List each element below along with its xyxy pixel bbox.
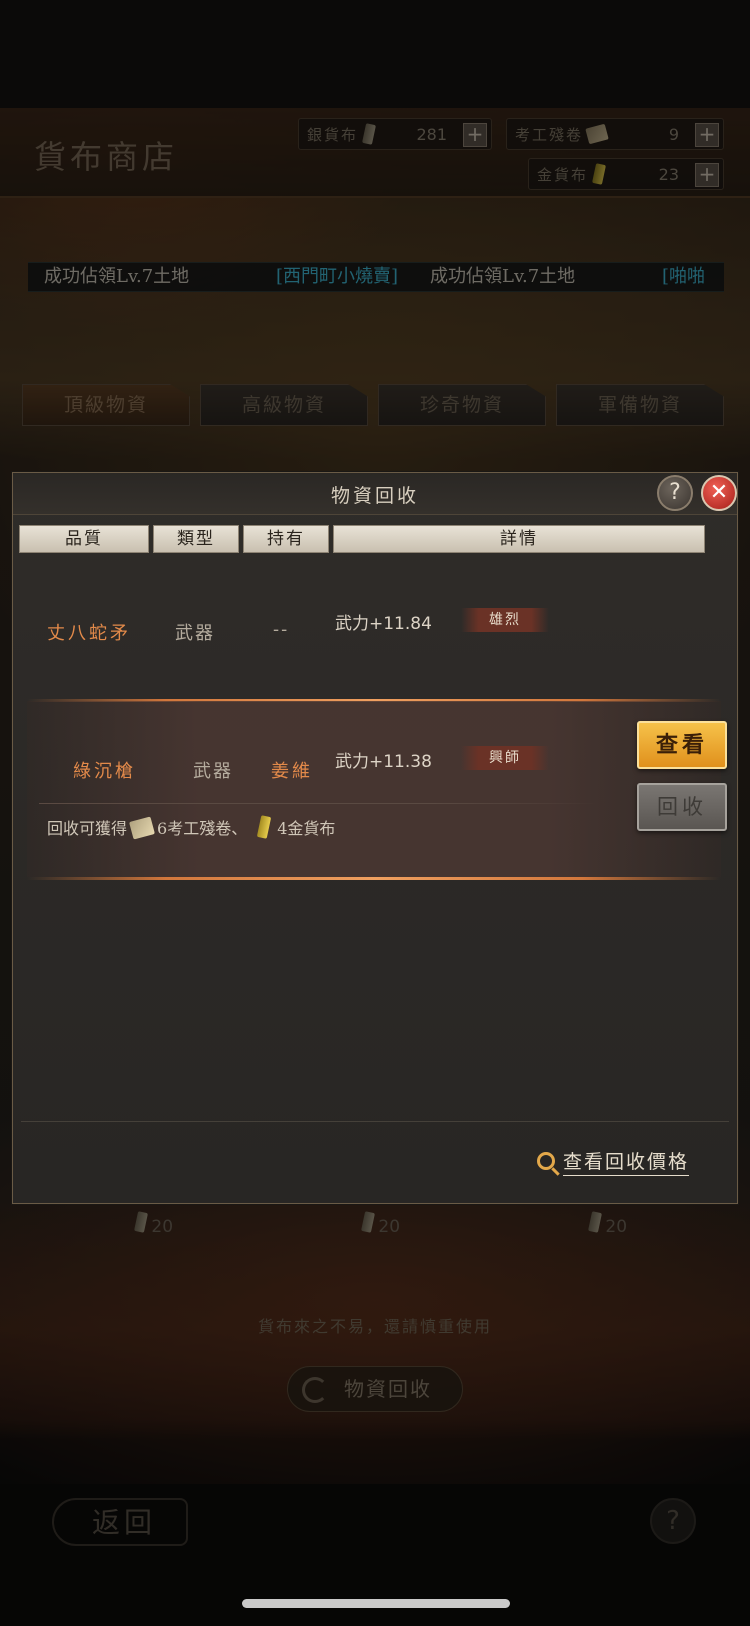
item-owner: -- xyxy=(273,619,290,640)
item-stat: 武力+11.38 xyxy=(335,752,432,772)
item-tag: 雄烈 xyxy=(461,608,549,632)
item-stat: 武力+11.84 xyxy=(335,614,432,634)
column-header-details[interactable]: 詳情 xyxy=(333,525,705,553)
column-header-quality[interactable]: 品質 xyxy=(19,525,149,553)
gold-coin-icon xyxy=(257,815,272,839)
item-type: 武器 xyxy=(193,761,233,782)
recycle-dialog: 物資回收 ? ✕ 品質 類型 持有 詳情 丈八蛇矛 武器 -- 武力+11.84… xyxy=(12,472,738,1204)
recycle-button[interactable]: 回收 xyxy=(637,783,727,831)
item-name[interactable]: 綠沉槍 xyxy=(73,757,136,783)
close-icon[interactable]: ✕ xyxy=(701,475,737,511)
item-owner: 姜維 xyxy=(271,761,313,782)
recycle-reward: 回收可獲得 6考工殘卷、 4金貨布 xyxy=(47,815,335,840)
dialog-title: 物資回收 xyxy=(330,485,419,507)
view-recycle-price-link[interactable]: 查看回收價格 xyxy=(537,1147,690,1176)
search-icon xyxy=(537,1152,555,1170)
column-header-owner[interactable]: 持有 xyxy=(243,525,329,553)
item-type: 武器 xyxy=(175,623,215,644)
item-tag: 興師 xyxy=(461,746,549,770)
row-divider xyxy=(39,803,599,804)
dialog-help-button[interactable]: ? xyxy=(657,475,693,511)
scroll-icon xyxy=(129,816,155,840)
column-header-type[interactable]: 類型 xyxy=(153,525,239,553)
item-name[interactable]: 丈八蛇矛 xyxy=(47,619,131,645)
row-highlight-bottom xyxy=(27,877,721,880)
view-button[interactable]: 查看 xyxy=(637,721,727,769)
footer-divider xyxy=(21,1121,729,1122)
home-indicator[interactable] xyxy=(242,1599,510,1608)
selected-row[interactable] xyxy=(27,701,721,877)
